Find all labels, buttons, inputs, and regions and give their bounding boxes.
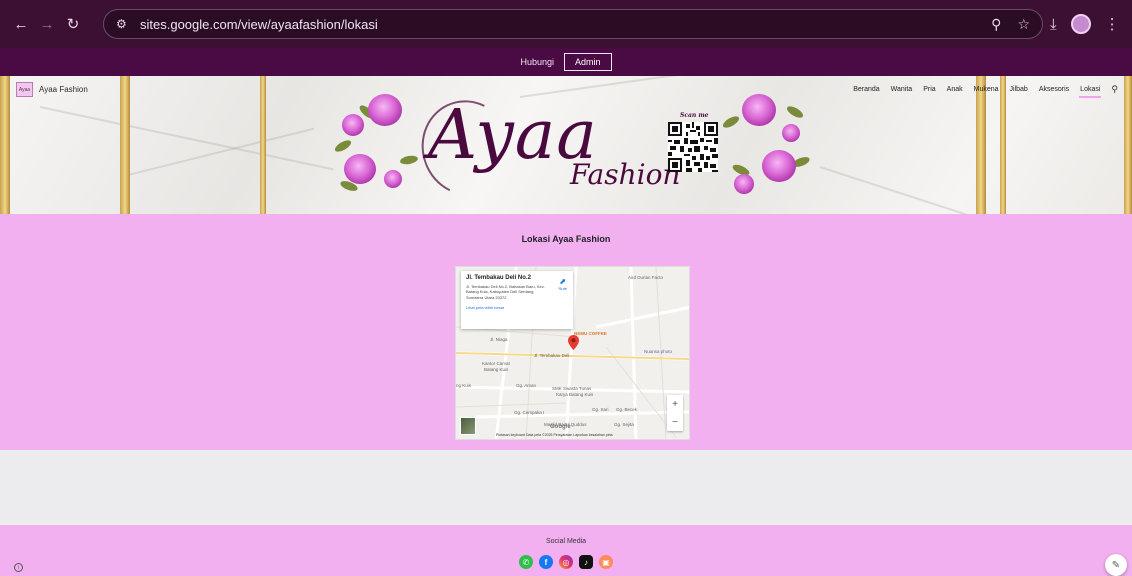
site-logo[interactable]: Ayaa Ayaa Fashion [16,82,88,97]
whatsapp-icon[interactable]: ✆ [519,555,533,569]
map-label-cempaka: Gg. Cempaka I [514,410,545,415]
rose-cluster-right [712,94,822,204]
search-icon[interactable]: ⚲ [1111,84,1118,95]
rose [342,114,364,136]
embedded-map[interactable]: Aird Durian Facto Jl. Pelita Jl. Niaga N… [455,266,690,440]
map-label-karya: Karya Batang Kuis [556,392,594,397]
zoom-out-button[interactable]: − [672,417,678,428]
directions-label: Rute [558,286,567,291]
larger-map-link[interactable]: Lihat peta lebih besar [466,305,568,310]
info-icon[interactable]: i [14,563,23,572]
gold-pole [976,76,986,214]
social-links: ✆ f ◎ ♪ ▣ [0,555,1132,569]
leaf [721,114,741,130]
rose [734,174,754,194]
announcement-bar: Hubungi Admin [0,48,1132,76]
place-address: Jl. Tembakau Deli No.2, Bahasan Baru, Ke… [466,284,545,300]
kebab-menu-icon[interactable]: ⋮ [1105,15,1120,33]
nav-item-beranda[interactable]: Beranda [853,86,879,93]
marble-vein [119,127,315,178]
reload-icon[interactable]: ↻ [60,15,86,33]
profile-avatar[interactable] [1070,14,1091,34]
map-label-niaga: Jl. Niaga [490,337,508,342]
map-label-batang: Batang Kuis [484,367,509,372]
site-footer: Social Media ✆ f ◎ ♪ ▣ i ✎ [0,525,1132,576]
map-label-nuansa[interactable]: Nuansa photo [644,349,672,354]
map-attribution[interactable]: Pintasan keyboard Data peta ©2025 Persya… [496,433,613,437]
contact-text: Hubungi [520,57,554,67]
rose [344,154,376,184]
map-label-kantor[interactable]: Kantor Camat [482,361,510,366]
nav-item-anak[interactable]: Anak [947,86,963,93]
nav-item-jilbab[interactable]: Jilbab [1010,86,1028,93]
nav-item-mukena[interactable]: Mukena [974,86,999,93]
instagram-icon[interactable]: ◎ [559,555,573,569]
gold-pole [120,76,130,214]
directions-button[interactable]: ⬈ Rute [559,277,567,291]
rose-cluster-left [330,94,430,204]
hero-subtitle: Fashion [570,158,681,191]
leaf [333,138,353,154]
empty-section [0,450,1132,525]
zoom-in-button[interactable]: + [672,399,678,410]
gold-pole [1124,76,1132,214]
download-icon[interactable]: ⤓ [1050,16,1057,33]
map-place-card: Jl. Tembakau Deli No.2 Jl. Tembakau Deli… [461,271,573,329]
gold-pole [1000,76,1006,214]
nav-item-aksesoris[interactable]: Aksesoris [1039,86,1069,93]
tiktok-icon[interactable]: ♪ [579,555,593,569]
map-pin-icon[interactable] [568,335,579,350]
google-logo: Google [550,424,571,430]
nav-item-lokasi[interactable]: Lokasi [1079,86,1102,98]
rose [368,94,402,126]
map-label-smk[interactable]: SMK Swasta Tunas [552,386,591,391]
rose [762,150,796,182]
logo-badge: Ayaa [16,82,33,97]
nav-item-pria[interactable]: Pria [923,86,935,93]
star-icon[interactable]: ☆ [1017,16,1030,33]
browser-toolbar: ← → ↻ ⚙ sites.google.com/view/ayaafashio… [0,0,1132,48]
map-zoom-control: + − [667,395,683,431]
gold-pole [0,76,10,214]
map-label-aird: Aird Durian Facto [628,275,664,280]
site-info-icon[interactable]: ⚙ [116,17,132,31]
location-section: Lokasi Ayaa Fashion Aird Durian Facto Jl… [0,214,1132,450]
social-media-title: Social Media [545,538,587,545]
address-bar[interactable]: ⚙ sites.google.com/view/ayaafashion/loka… [103,9,1043,39]
gold-pole [260,76,266,214]
url-text[interactable]: sites.google.com/view/ayaafashion/lokasi [140,17,378,32]
section-title: Lokasi Ayaa Fashion [521,234,611,244]
satellite-toggle[interactable] [460,417,476,435]
map-label-kuis: ng Kuis [456,383,472,388]
map-label-aman: Gg. Aman [516,383,537,388]
back-arrow-icon[interactable]: ← [8,16,34,33]
map-label-sari: Gg. Sari [592,407,609,412]
place-title: Jl. Tembakau Deli No.2 [466,275,531,281]
store-icon[interactable]: ▣ [599,555,613,569]
nav-item-wanita[interactable]: Wanita [891,86,913,93]
map-label-becek: Gg. Becek [616,407,638,412]
map-label-sejita: Gg. Sejita [614,422,634,427]
leaf [399,154,419,166]
marble-vein [519,76,897,98]
scan-label: Scan me [680,112,709,119]
edit-button[interactable]: ✎ [1105,554,1127,576]
admin-button[interactable]: Admin [564,53,612,71]
leaf [785,104,805,120]
map-label-tembakau: Jl. Tembakau Deli [534,353,570,358]
directions-icon: ⬈ [559,277,567,286]
main-nav: Beranda Wanita Pria Anak Mukena Jilbab A… [853,84,1118,98]
zoom-icon[interactable]: ⚲ [991,16,1001,33]
qr-code [668,122,718,172]
rose [742,94,776,126]
facebook-icon[interactable]: f [539,555,553,569]
marble-vein [819,166,1068,214]
site-header: Ayaa Ayaa Fashion Beranda Wanita Pria An… [0,76,1132,214]
forward-arrow-icon[interactable]: → [34,16,60,33]
rose [384,170,402,188]
site-name[interactable]: Ayaa Fashion [39,85,88,94]
rose [782,124,800,142]
